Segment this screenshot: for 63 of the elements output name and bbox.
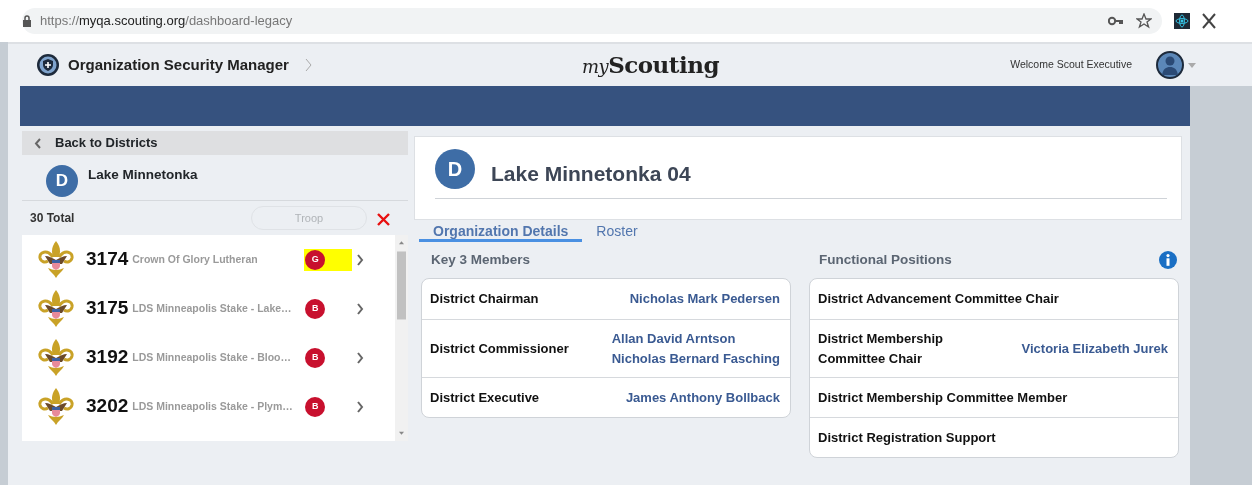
x-icon[interactable]	[1202, 13, 1216, 29]
welcome-text: Welcome Scout Executive	[1010, 57, 1132, 73]
chevron-right-icon	[304, 58, 312, 72]
extension-icon[interactable]	[1174, 13, 1190, 29]
chevron-right-icon	[356, 253, 365, 266]
tab[interactable]: Organization Details	[419, 220, 583, 242]
back-to-districts-link[interactable]: Back to Districts	[22, 131, 408, 155]
district-avatar: D	[435, 148, 475, 189]
position-label: District Commissioner	[430, 339, 569, 358]
member-link[interactable]: Nicholas Bernard Fasching	[611, 348, 780, 368]
unit-name: Crown Of Glory Lutheran	[132, 251, 259, 267]
fleur-de-lis-icon	[38, 239, 74, 280]
app-title: Organization Security Manager	[68, 54, 289, 75]
tab[interactable]: Roster	[582, 220, 652, 242]
fleur-de-lis-icon	[38, 337, 74, 378]
chevron-right-icon	[356, 400, 365, 413]
position-label: District Registration Support	[818, 428, 996, 447]
member-link[interactable]: Victoria Elizabeth Jurek	[1021, 338, 1168, 359]
unit-number: 3202	[86, 394, 129, 419]
star-icon[interactable]	[1136, 13, 1152, 29]
unit-name: LDS Minneapolis Stake - Lake…	[132, 300, 293, 316]
unit-number: 3175	[86, 296, 129, 321]
lock-icon	[22, 15, 32, 27]
shield-icon	[36, 53, 60, 77]
fleur-de-lis-icon	[38, 288, 74, 329]
member-link[interactable]: Nicholas Mark Pedersen	[629, 289, 780, 309]
unit-name: LDS Minneapolis Stake - Plym…	[132, 398, 294, 414]
unit-row[interactable]: 3192 LDS Minneapolis Stake - Bloo… B	[22, 333, 395, 382]
district-avatar: D	[46, 165, 78, 197]
url-text: https://myqa.scouting.org/dashboard-legacy	[40, 12, 293, 31]
chevron-right-icon	[356, 302, 365, 315]
unit-name: LDS Minneapolis Stake - Bloo…	[132, 349, 292, 365]
section-heading: Key 3 Members	[431, 250, 531, 269]
position-label: District Advancement Committee Chair	[818, 290, 1059, 309]
total-count: 30 Total	[30, 210, 75, 227]
unit-row[interactable]: 3174 Crown Of Glory Lutheran G	[22, 235, 395, 284]
unit-number: 3192	[86, 345, 129, 370]
address-bar[interactable]: https://myqa.scouting.org/dashboard-legacy	[22, 8, 1162, 34]
member-link[interactable]: James Anthony Bollback	[625, 387, 780, 408]
avatar-icon[interactable]	[1156, 51, 1184, 79]
logo: myScouting	[581, 49, 719, 80]
search-field[interactable]: Troop	[251, 206, 367, 230]
chevron-left-icon	[34, 137, 41, 149]
key-icon[interactable]	[1108, 16, 1124, 26]
member-link[interactable]: Allan David Arntson	[611, 329, 780, 349]
unit-badge: B	[305, 347, 326, 368]
unit-number: 3174	[86, 247, 129, 272]
unit-badge: B	[305, 396, 326, 417]
position-label: District Membership Committee Member	[818, 388, 1068, 407]
position-label: District Membership Committee Chair	[818, 330, 944, 368]
unit-badge: B	[305, 298, 326, 319]
unit-row[interactable]: 3175 LDS Minneapolis Stake - Lake… B	[22, 284, 395, 333]
section-heading: Functional Positions	[819, 250, 952, 269]
position-label: District Executive	[430, 388, 540, 407]
info-icon[interactable]	[1159, 251, 1177, 269]
fleur-de-lis-icon	[38, 386, 74, 427]
district-title: Lake Minnetonka 04	[491, 161, 691, 187]
chevron-right-icon	[356, 351, 365, 364]
back-label: Back to Districts	[55, 134, 158, 153]
position-label: District Chairman	[430, 290, 539, 309]
unit-row[interactable]: 3202 LDS Minneapolis Stake - Plym… B	[22, 382, 395, 431]
district-name: Lake Minnetonka	[88, 166, 198, 184]
close-icon	[377, 213, 390, 227]
